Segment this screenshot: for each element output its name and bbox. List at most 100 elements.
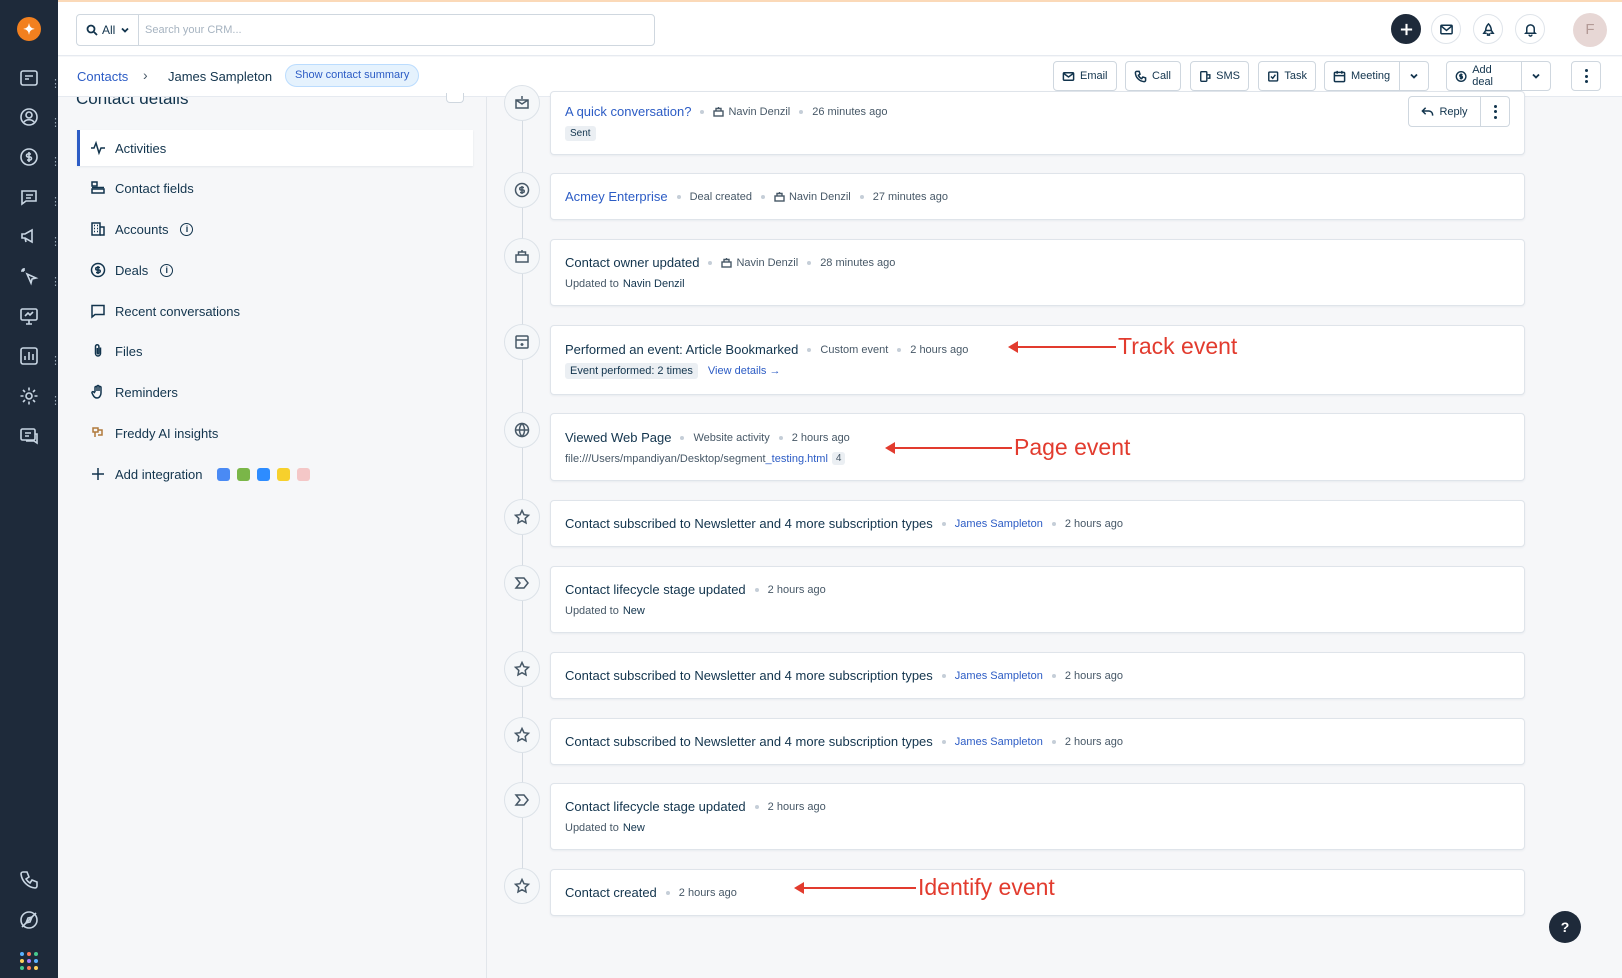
- conversations-icon[interactable]: [18, 186, 40, 208]
- more-dots-icon[interactable]: ⋮: [50, 235, 61, 249]
- settings-icon[interactable]: [18, 385, 40, 407]
- asana-icon[interactable]: [297, 467, 311, 481]
- activity-title-link[interactable]: A quick conversation?: [565, 104, 691, 119]
- more-dots-icon[interactable]: ⋮: [50, 116, 61, 130]
- more-actions-button[interactable]: [1571, 61, 1601, 91]
- quick-add-button[interactable]: [1391, 14, 1421, 44]
- nav-item-files[interactable]: Files: [77, 333, 473, 369]
- meeting-dropdown-button[interactable]: [1399, 61, 1429, 91]
- sms-button[interactable]: SMS: [1190, 61, 1249, 91]
- building-icon: [91, 222, 105, 236]
- more-dots-icon[interactable]: ⋮: [50, 155, 61, 169]
- announcements-button[interactable]: [1473, 14, 1503, 44]
- detail-label: Updated to: [565, 822, 619, 834]
- mail-icon: [1062, 71, 1075, 81]
- reminder-hand-icon: [91, 384, 102, 399]
- timeline-card-lifecycle-updated[interactable]: Contact lifecycle stage updated 2 hours …: [550, 783, 1525, 850]
- nav-item-deals[interactable]: Deals i: [77, 252, 473, 288]
- add-deal-button[interactable]: Add deal: [1446, 61, 1522, 91]
- nav-item-add-integration[interactable]: Add integration: [77, 456, 473, 492]
- search-input[interactable]: [145, 15, 645, 45]
- timeline-deal-icon: [504, 172, 540, 208]
- task-icon: [1268, 70, 1279, 82]
- shopify-icon[interactable]: [237, 467, 251, 481]
- timeline-card-subscribed[interactable]: Contact subscribed to Newsletter and 4 m…: [550, 718, 1525, 765]
- nav-item-activities[interactable]: Activities: [77, 130, 473, 166]
- dashboard-icon[interactable]: [18, 67, 40, 89]
- nav-item-label: Deals: [115, 262, 149, 278]
- breadcrumb-current: James Sampleton: [168, 69, 273, 84]
- nav-item-recent-conversations[interactable]: Recent conversations: [77, 293, 473, 329]
- nav-item-freddy-ai-insights[interactable]: Freddy AI insights: [77, 415, 473, 451]
- contacts-icon[interactable]: [18, 106, 40, 128]
- chat-icon[interactable]: [18, 425, 40, 447]
- contact-name-link[interactable]: James Sampleton: [955, 736, 1043, 748]
- timeline-star-icon: [504, 499, 540, 535]
- nav-item-accounts[interactable]: Accounts i: [77, 211, 473, 247]
- more-dots-icon[interactable]: ⋮: [50, 195, 61, 209]
- email-more-button[interactable]: [1481, 96, 1510, 127]
- meeting-button[interactable]: Meeting: [1324, 61, 1400, 91]
- add-deal-dropdown-button[interactable]: [1521, 61, 1551, 91]
- fields-icon: [91, 181, 105, 194]
- deal-name-link[interactable]: Acmey Enterprise: [565, 189, 668, 204]
- more-dots-icon[interactable]: ⋮: [50, 275, 61, 289]
- campaigns-icon[interactable]: [18, 225, 40, 247]
- reply-label: Reply: [1439, 105, 1468, 118]
- timeline-lifecycle-icon: [504, 782, 540, 818]
- timeline-card-lifecycle-updated[interactable]: Contact lifecycle stage updated 2 hours …: [550, 566, 1525, 633]
- task-button[interactable]: Task: [1258, 61, 1316, 91]
- help-button[interactable]: ?: [1549, 911, 1581, 943]
- detail-label: Updated to: [565, 605, 619, 617]
- info-icon[interactable]: i: [180, 222, 194, 236]
- breadcrumb-contacts-link[interactable]: Contacts: [77, 69, 128, 84]
- more-dots-icon[interactable]: ⋮: [50, 354, 61, 368]
- reply-button[interactable]: Reply: [1408, 96, 1481, 127]
- analytics-screen-icon[interactable]: [18, 305, 40, 327]
- search-scope-label: All: [102, 23, 116, 37]
- timeline-card-owner-updated[interactable]: Contact owner updated Navin Denzil 28 mi…: [550, 239, 1525, 306]
- deals-icon[interactable]: [18, 146, 40, 168]
- activity-title: Contact created: [565, 885, 657, 900]
- activity-time: 2 hours ago: [767, 583, 826, 596]
- show-contact-summary-button[interactable]: Show contact summary: [285, 64, 420, 87]
- mail-button[interactable]: [1431, 14, 1461, 44]
- bell-icon: [1523, 23, 1537, 37]
- reply-icon: [1421, 107, 1434, 116]
- timeline-card-email[interactable]: A quick conversation? Navin Denzil 26 mi…: [550, 91, 1525, 155]
- call-button[interactable]: Call: [1125, 61, 1181, 91]
- nav-item-contact-fields[interactable]: Contact fields: [77, 170, 473, 206]
- timeline-card-deal[interactable]: Acmey Enterprise Deal created Navin Denz…: [550, 173, 1525, 220]
- download-app-icon[interactable]: [277, 467, 291, 481]
- timeline-card-subscribed[interactable]: Contact subscribed to Newsletter and 4 m…: [550, 500, 1525, 547]
- more-dots-icon[interactable]: ⋮: [50, 394, 61, 408]
- nav-item-label: Accounts: [115, 221, 169, 237]
- email-label: Email: [1080, 70, 1108, 82]
- page-url-link[interactable]: _testing.html: [766, 453, 828, 465]
- email-button[interactable]: Email: [1053, 61, 1117, 91]
- activity-time: 26 minutes ago: [812, 105, 888, 118]
- more-dots-icon[interactable]: ⋮: [50, 77, 61, 91]
- info-icon[interactable]: i: [160, 263, 174, 277]
- identify-event-annotation: Identify event: [794, 874, 1055, 901]
- panel-collapse-toggle[interactable]: [446, 93, 464, 103]
- notifications-button[interactable]: [1515, 14, 1545, 44]
- contact-name-link[interactable]: James Sampleton: [955, 670, 1043, 682]
- timeline-card-subscribed[interactable]: Contact subscribed to Newsletter and 4 m…: [550, 652, 1525, 699]
- search-scope-dropdown[interactable]: All: [77, 15, 139, 45]
- user-avatar[interactable]: F: [1573, 13, 1607, 47]
- page-url-prefix: file:///Users/mpandiyan/Desktop/segment: [565, 452, 766, 465]
- view-details-link[interactable]: View details →: [708, 365, 781, 377]
- reports-icon[interactable]: [18, 345, 40, 367]
- contact-name-link[interactable]: James Sampleton: [955, 518, 1043, 530]
- automation-icon[interactable]: [18, 265, 40, 287]
- compass-icon[interactable]: [18, 909, 40, 931]
- nav-item-reminders[interactable]: Reminders: [77, 374, 473, 410]
- app-switcher-icon[interactable]: [20, 952, 38, 970]
- zoom-icon[interactable]: [257, 467, 271, 481]
- calendar-app-icon[interactable]: [217, 467, 231, 481]
- activity-title: Viewed Web Page: [565, 430, 672, 445]
- activity-title: Contact subscribed to Newsletter and 4 m…: [565, 668, 933, 683]
- brand-logo[interactable]: ✦: [17, 17, 41, 41]
- phone-icon[interactable]: [18, 869, 40, 891]
